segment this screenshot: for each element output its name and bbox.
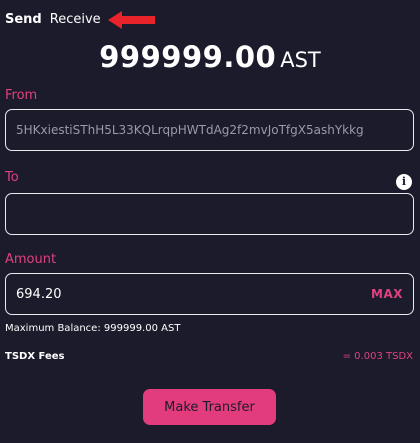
- from-field[interactable]: 5HKxiestiSThH5L33KQLrqpHWTdAg2f2mvJoTfgX…: [5, 109, 414, 151]
- make-transfer-button[interactable]: Make Transfer: [143, 389, 276, 425]
- red-arrow-icon: [108, 11, 155, 29]
- amount-label: Amount: [5, 252, 57, 267]
- to-label: To: [5, 170, 19, 185]
- fees-value: = 0.003 TSDX: [342, 351, 413, 362]
- tab-bar: Send Receive: [5, 12, 101, 27]
- amount-field[interactable]: 694.20 MAX: [5, 273, 414, 315]
- amount-value: 694.20: [16, 286, 62, 302]
- maximum-balance: Maximum Balance: 999999.00 AST: [5, 323, 181, 334]
- from-label: From: [5, 88, 38, 103]
- to-field[interactable]: [5, 193, 414, 235]
- info-icon[interactable]: i: [396, 174, 412, 190]
- balance-display: 999999.00 AST: [0, 40, 420, 74]
- max-button[interactable]: MAX: [371, 287, 403, 301]
- tab-send[interactable]: Send: [5, 12, 42, 27]
- send-page: Send Receive 999999.00 AST From 5HKxiesti…: [0, 0, 420, 443]
- balance-unit: AST: [280, 48, 321, 72]
- from-address: 5HKxiestiSThH5L33KQLrqpHWTdAg2f2mvJoTfgX…: [16, 123, 364, 137]
- balance-amount: 999999.00: [99, 40, 277, 74]
- fees-label: TSDX Fees: [5, 351, 65, 362]
- tab-receive[interactable]: Receive: [50, 12, 101, 27]
